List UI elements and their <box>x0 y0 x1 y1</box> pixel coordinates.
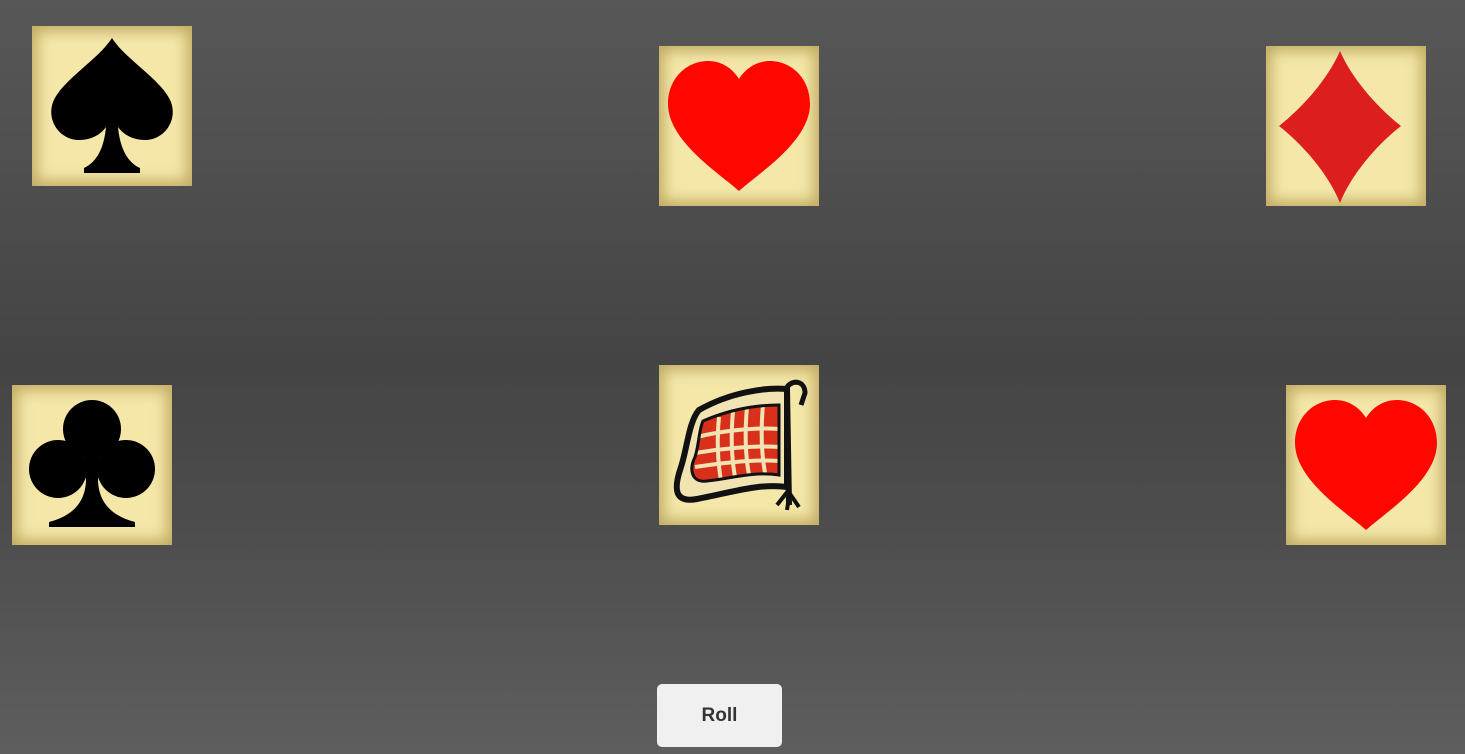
die-3[interactable] <box>1266 46 1426 206</box>
heart-icon <box>668 61 810 191</box>
diamond-icon <box>1279 51 1401 203</box>
die-1[interactable] <box>32 26 192 186</box>
spade-icon <box>51 38 173 173</box>
flag-icon <box>673 379 808 511</box>
dice-board: Roll <box>0 0 1465 754</box>
roll-button[interactable]: Roll <box>657 684 782 747</box>
die-2[interactable] <box>659 46 819 206</box>
club-icon <box>29 400 155 527</box>
heart-icon <box>1295 400 1437 530</box>
die-5[interactable] <box>659 365 819 525</box>
die-6[interactable] <box>1286 385 1446 545</box>
die-4[interactable] <box>12 385 172 545</box>
